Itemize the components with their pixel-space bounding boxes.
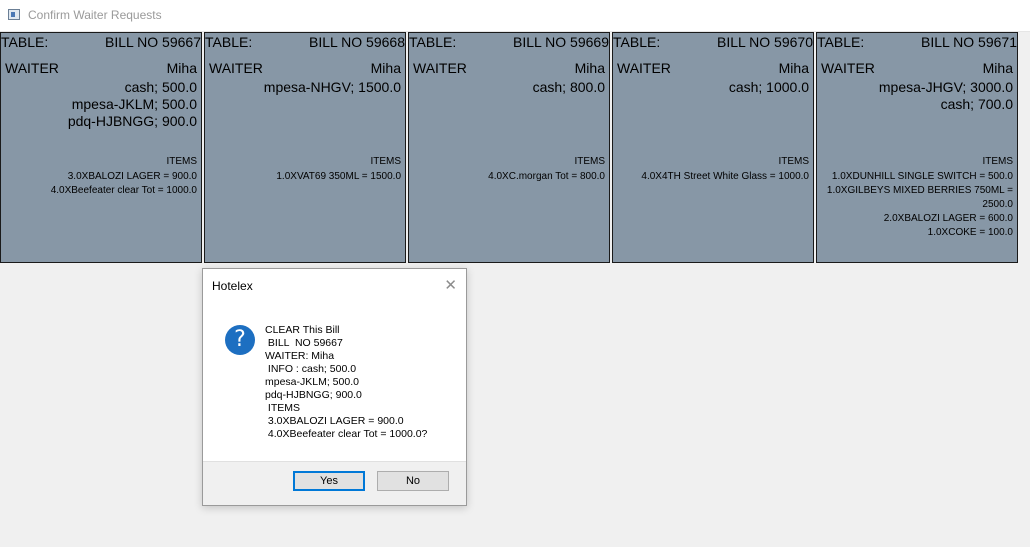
bill-card[interactable]: TABLE: BILL NO 59670 WAITER Miha cash; 1… (612, 32, 814, 263)
yes-button[interactable]: Yes (293, 471, 365, 491)
items-list: 4.0X4TH Street White Glass = 1000.0 (615, 170, 809, 184)
item-line: 4.0XC.morgan Tot = 800.0 (488, 171, 605, 182)
bill-number: BILL NO 59667 (105, 34, 201, 50)
item-line: 1.0XCOKE = 100.0 (927, 227, 1013, 238)
payments: cash; 1000.0 (729, 79, 809, 96)
bill-number: BILL NO 59668 (309, 34, 405, 50)
bill-card[interactable]: TABLE: BILL NO 59667 WAITER Miha cash; 5… (0, 32, 202, 263)
payments: mpesa-JHGV; 3000.0 cash; 700.0 (879, 79, 1013, 113)
bill-number: BILL NO 59669 (513, 34, 609, 50)
bill-number: BILL NO 59670 (717, 34, 813, 50)
table-label: TABLE: (1, 34, 49, 50)
no-button[interactable]: No (377, 471, 449, 491)
item-line: 1.0XDUNHILL SINGLE SWITCH = 500.0 (831, 171, 1013, 182)
item-line: 4.0X4TH Street White Glass = 1000.0 (641, 171, 809, 182)
question-icon: ? (225, 325, 255, 355)
items-list: 4.0XC.morgan Tot = 800.0 (411, 170, 605, 184)
waiter-name: Miha (166, 60, 197, 76)
payments: mpesa-NHGV; 1500.0 (264, 79, 401, 96)
bill-number: BILL NO 59671 (921, 34, 1017, 50)
dialog-footer: Yes No (203, 461, 466, 505)
waiter-label: WAITER (821, 60, 875, 76)
window-title: Confirm Waiter Requests (28, 8, 162, 22)
payment-line: mpesa-NHGV; 1500.0 (263, 79, 401, 95)
waiter-label: WAITER (5, 60, 59, 76)
items-label: ITEMS (574, 156, 605, 167)
item-line: 2500.0 (982, 199, 1013, 210)
waiter-name: Miha (370, 60, 401, 76)
waiter-name: Miha (982, 60, 1013, 76)
title-bar: Confirm Waiter Requests (0, 0, 1030, 32)
close-icon[interactable]: ✕ (444, 276, 457, 294)
payments: cash; 800.0 (533, 79, 605, 96)
bill-card[interactable]: TABLE: BILL NO 59668 WAITER Miha mpesa-N… (204, 32, 406, 263)
item-line: 2.0XBALOZI LAGER = 600.0 (883, 213, 1013, 224)
bill-card[interactable]: TABLE: BILL NO 59669 WAITER Miha cash; 8… (408, 32, 610, 263)
waiter-label: WAITER (209, 60, 263, 76)
payment-line: cash; 700.0 (940, 96, 1013, 112)
payment-line: mpesa-JKLM; 500.0 (71, 96, 197, 112)
items-label: ITEMS (778, 156, 809, 167)
table-label: TABLE: (205, 34, 253, 50)
table-label: TABLE: (817, 34, 865, 50)
payments: cash; 500.0 mpesa-JKLM; 500.0 pdq-HJBNGG… (68, 79, 197, 130)
bill-cards: TABLE: BILL NO 59667 WAITER Miha cash; 5… (0, 32, 1020, 264)
waiter-label: WAITER (617, 60, 671, 76)
window-icon (8, 9, 20, 20)
table-label: TABLE: (613, 34, 661, 50)
table-label: TABLE: (409, 34, 457, 50)
item-line: 1.0XVAT69 350ML = 1500.0 (276, 171, 401, 182)
bill-card[interactable]: TABLE: BILL NO 59671 WAITER Miha mpesa-J… (816, 32, 1018, 263)
item-line: 1.0XGILBEYS MIXED BERRIES 750ML = (826, 185, 1013, 196)
item-line: 4.0XBeefeater clear Tot = 1000.0 (50, 185, 197, 196)
payment-line: cash; 1000.0 (728, 79, 809, 95)
items-list: 3.0XBALOZI LAGER = 900.0 4.0XBeefeater c… (3, 170, 197, 198)
payment-line: cash; 800.0 (532, 79, 605, 95)
dialog-title: Hotelex (212, 279, 253, 293)
items-list: 1.0XVAT69 350ML = 1500.0 (207, 170, 401, 184)
items-list: 1.0XDUNHILL SINGLE SWITCH = 500.0 1.0XGI… (819, 170, 1013, 240)
payment-line: pdq-HJBNGG; 900.0 (67, 113, 197, 129)
waiter-name: Miha (778, 60, 809, 76)
items-label: ITEMS (982, 156, 1013, 167)
dialog-message: CLEAR This Bill BILL NO 59667 WAITER: Mi… (265, 324, 428, 440)
waiter-label: WAITER (413, 60, 467, 76)
confirm-dialog: Hotelex ✕ ? CLEAR This Bill BILL NO 5966… (202, 268, 467, 506)
items-label: ITEMS (166, 156, 197, 167)
payment-line: mpesa-JHGV; 3000.0 (878, 79, 1013, 95)
waiter-name: Miha (574, 60, 605, 76)
item-line: 3.0XBALOZI LAGER = 900.0 (67, 171, 197, 182)
payment-line: cash; 500.0 (124, 79, 197, 95)
items-label: ITEMS (370, 156, 401, 167)
